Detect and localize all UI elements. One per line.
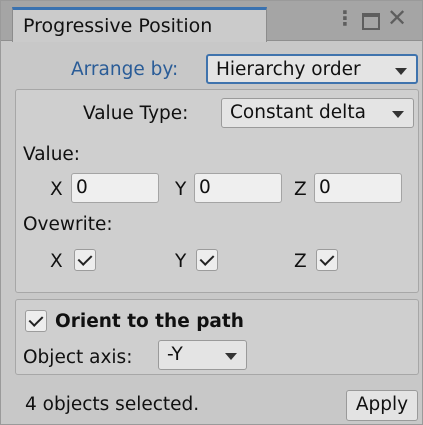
orient-to-path-checkbox[interactable]: [25, 310, 47, 332]
selection-status: 4 objects selected.: [25, 394, 200, 415]
value-y-field[interactable]: 0: [194, 173, 282, 203]
value-y-text: 0: [199, 177, 211, 198]
value-label: Value:: [23, 144, 81, 165]
overwrite-x-checkbox[interactable]: [74, 249, 96, 271]
tab-title: Progressive Position: [23, 15, 213, 37]
object-axis-value: -Y: [167, 344, 183, 365]
chevron-down-icon: [225, 353, 237, 360]
tab-progressive-position[interactable]: Progressive Position: [12, 7, 267, 42]
value-type-label: Value Type:: [83, 103, 189, 124]
value-x-field[interactable]: 0: [71, 173, 159, 203]
value-type-dropdown[interactable]: Constant delta: [221, 98, 414, 128]
overwrite-z-label: Z: [294, 251, 307, 272]
value-z-label: Z: [294, 179, 307, 200]
overwrite-label: Ovewrite:: [23, 214, 113, 235]
kebab-menu-icon[interactable]: ⋮: [335, 8, 355, 28]
apply-button[interactable]: Apply: [346, 390, 418, 421]
object-axis-dropdown[interactable]: -Y: [158, 340, 247, 370]
chevron-down-icon: [395, 68, 407, 75]
arrange-by-dropdown[interactable]: Hierarchy order: [206, 54, 418, 84]
object-axis-label: Object axis:: [23, 347, 133, 368]
orient-to-path-label: Orient to the path: [55, 311, 244, 332]
overwrite-x-label: X: [50, 251, 63, 272]
arrange-by-label: Arrange by:: [71, 59, 179, 80]
overwrite-y-label: Y: [175, 251, 187, 272]
arrange-by-value: Hierarchy order: [216, 59, 361, 80]
overwrite-z-checkbox[interactable]: [316, 249, 338, 271]
value-x-label: X: [50, 179, 63, 200]
value-x-text: 0: [76, 177, 88, 198]
value-z-text: 0: [319, 177, 331, 198]
chevron-down-icon: [392, 111, 404, 118]
title-bar: Progressive Position ⋮ ✕: [1, 1, 422, 42]
overwrite-y-checkbox[interactable]: [196, 249, 218, 271]
progressive-position-window: Progressive Position ⋮ ✕ Arrange by: Hie…: [0, 0, 423, 425]
value-y-label: Y: [175, 179, 187, 200]
maximize-icon[interactable]: [362, 13, 380, 30]
value-type-value: Constant delta: [230, 102, 366, 123]
close-icon[interactable]: ✕: [387, 6, 407, 30]
value-z-field[interactable]: 0: [314, 173, 402, 203]
